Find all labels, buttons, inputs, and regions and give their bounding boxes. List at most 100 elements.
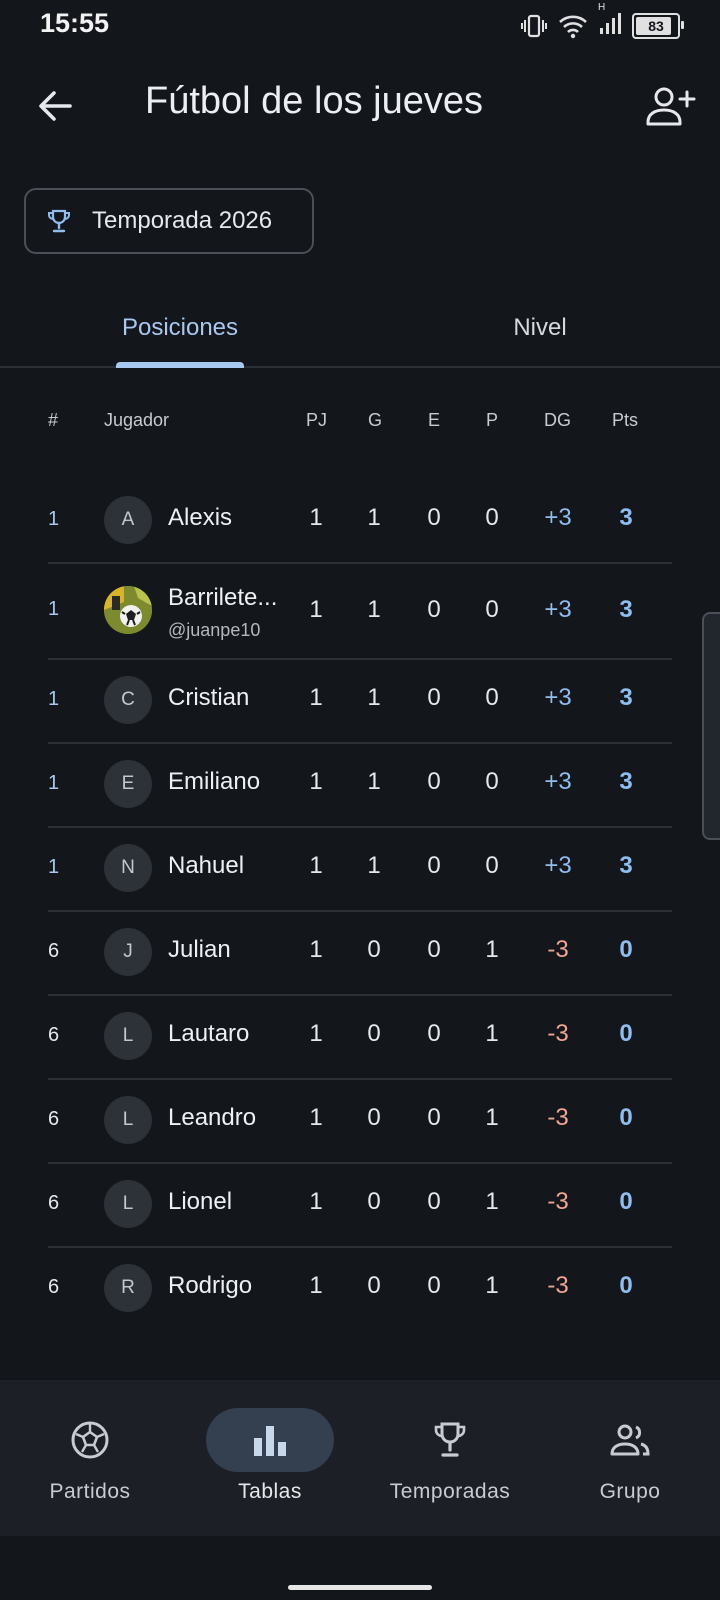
table-row[interactable]: 6 R Rodrigo 1 0 0 1 -3 0 [48,1248,672,1330]
cell-p: 0 [485,596,499,623]
cell-p: 1 [485,936,499,963]
soccer-ball-icon [71,1421,109,1459]
row-rank: 1 [48,598,60,620]
cell-pj: 1 [309,504,323,531]
row-rank: 6 [48,1024,60,1046]
table-row[interactable]: 6 L Lautaro 1 0 0 1 -3 0 [48,996,672,1080]
header-pj: PJ [306,410,328,430]
back-arrow-icon[interactable] [32,82,80,130]
vibrate-icon [521,14,547,37]
player-name: Emiliano [168,768,261,795]
cell-dg: -3 [547,1188,569,1215]
battery-level: 83 [648,17,664,34]
player-name: Lionel [168,1188,233,1215]
cell-e: 0 [427,768,441,795]
status-icons: H 83 [520,2,684,41]
player-name: Barrilete... [168,584,278,611]
cell-pj: 1 [309,936,323,963]
tab-nivel[interactable]: Nivel [360,292,720,364]
edge-scroll-handle[interactable] [702,612,720,840]
nav-tablas[interactable]: Tablas [180,1380,360,1536]
cell-pj: 1 [309,852,323,879]
table-row[interactable]: 1 C Cristian 1 1 0 0 +3 3 [48,660,672,744]
cell-pj: 1 [309,768,323,795]
nav-label: Tablas [238,1480,302,1503]
cellular-icon: H [598,2,622,41]
cell-g: 1 [367,684,381,711]
cell-e: 0 [427,852,441,879]
avatar: L [104,1012,152,1060]
header-dg: DG [544,410,571,430]
header-g: G [368,410,383,430]
cell-e: 0 [427,1020,441,1047]
cell-pj: 1 [309,1188,323,1215]
tab-posiciones[interactable]: Posiciones [0,292,360,364]
tab-bar: Posiciones Nivel [0,292,720,368]
cell-g: 0 [367,1020,381,1047]
bottom-navigation: Partidos Tablas Temporadas Grupo [0,1380,720,1536]
player-name: Alexis [168,504,233,531]
cell-dg: +3 [544,504,572,531]
add-user-icon[interactable] [644,82,696,130]
nav-label: Grupo [599,1480,661,1503]
nav-temporadas[interactable]: Temporadas [360,1380,540,1536]
cell-dg: +3 [544,852,572,879]
cell-p: 1 [485,1272,499,1299]
cell-p: 0 [485,504,499,531]
cell-pj: 1 [309,684,323,711]
table-row[interactable]: 1 N Nahuel 1 1 0 0 +3 3 [48,828,672,912]
soccer-photo-icon [104,586,152,634]
cell-g: 1 [367,596,381,623]
cell-pts: 3 [619,852,633,879]
cell-dg: -3 [547,1020,569,1047]
cell-e: 0 [427,504,441,531]
cell-g: 0 [367,936,381,963]
page-title: Fútbol de los jueves [145,80,483,122]
table-row[interactable]: 1 A Alexis 1 1 0 0 +3 3 [48,480,672,564]
table-row[interactable]: 1 E Emiliano 1 1 0 0 +3 3 [48,744,672,828]
trophy-icon [48,209,70,233]
cell-p: 1 [485,1020,499,1047]
header-p: P [486,410,499,430]
cell-pts: 0 [619,1272,633,1299]
cell-pts: 3 [619,596,633,623]
header-e: E [428,410,441,430]
table-row[interactable]: 6 L Leandro 1 0 0 1 -3 0 [48,1080,672,1164]
cell-pj: 1 [309,1104,323,1131]
cell-p: 1 [485,1188,499,1215]
avatar: N [104,844,152,892]
nav-label: Temporadas [389,1480,511,1503]
row-rank: 6 [48,1192,60,1214]
cell-pts: 3 [619,504,633,531]
table-row[interactable]: 1 Barrilete... @juanpe10 1 1 0 0 +3 3 [48,564,672,660]
cell-pj: 1 [309,596,323,623]
header-player: Jugador [104,410,170,430]
cell-dg: -3 [547,1272,569,1299]
season-selector[interactable]: Temporada 2026 [24,188,314,254]
table-row[interactable]: 6 L Lionel 1 0 0 1 -3 0 [48,1164,672,1248]
avatar: R [104,1264,152,1312]
cell-g: 0 [367,1272,381,1299]
cell-g: 0 [367,1188,381,1215]
cell-e: 0 [427,1104,441,1131]
gesture-bar[interactable] [288,1585,432,1590]
cell-g: 1 [367,852,381,879]
cell-pts: 0 [619,1104,633,1131]
row-rank: 1 [48,508,60,530]
cell-e: 0 [427,1188,441,1215]
bar-chart-icon [254,1426,286,1456]
cell-e: 0 [427,596,441,623]
cell-e: 0 [427,936,441,963]
cell-pts: 0 [619,1020,633,1047]
nav-grupo[interactable]: Grupo [540,1380,720,1536]
table-row[interactable]: 6 J Julian 1 0 0 1 -3 0 [48,912,672,996]
header-rank: # [48,410,59,430]
cell-p: 0 [485,768,499,795]
row-rank: 6 [48,1108,60,1130]
status-bar: 15:55 H 83 [0,0,720,50]
nav-partidos[interactable]: Partidos [0,1380,180,1536]
cell-p: 0 [485,684,499,711]
player-name: Rodrigo [168,1272,253,1299]
player-name: Cristian [168,684,250,711]
cell-p: 1 [485,1104,499,1131]
